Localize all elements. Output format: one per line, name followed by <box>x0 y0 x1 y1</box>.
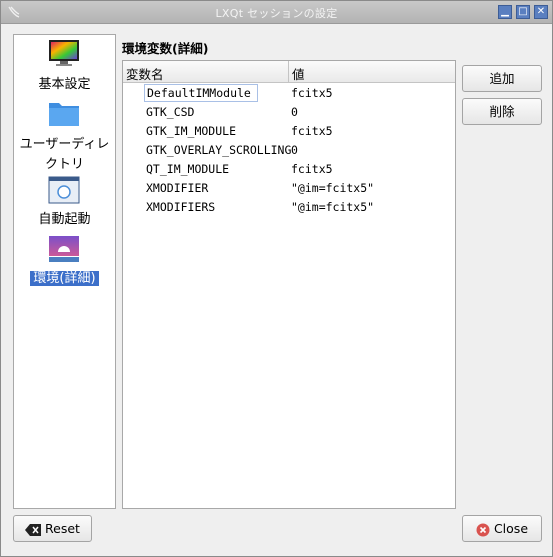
reset-button[interactable]: Reset <box>13 515 92 542</box>
minimize-icon: ▁ <box>501 6 509 17</box>
section-title: 環境変数(詳細) <box>122 41 209 56</box>
variable-value[interactable]: fcitx5 <box>291 162 333 176</box>
desktop-environment-icon <box>49 236 79 262</box>
sidebar-item-label: 基本設定 <box>38 77 91 92</box>
column-separator[interactable] <box>288 61 289 83</box>
close-button[interactable]: Close <box>462 515 542 542</box>
table-row[interactable]: XMODIFIER "@im=fcitx5" <box>123 179 455 198</box>
variable-value[interactable]: "@im=fcitx5" <box>291 200 374 214</box>
variable-name[interactable]: GTK_IM_MODULE <box>146 124 236 138</box>
variable-name[interactable]: XMODIFIERS <box>146 200 215 214</box>
window-title: LXQt セッションの設定 <box>215 7 338 20</box>
close-icon: ✕ <box>536 6 546 17</box>
variable-name[interactable]: DefaultIMModule <box>144 84 258 102</box>
folder-icon <box>49 103 79 126</box>
variable-value[interactable]: 0 <box>291 105 298 119</box>
variable-name[interactable]: GTK_CSD <box>146 105 194 119</box>
reset-button-label: Reset <box>45 521 80 536</box>
sidebar-item-label-wrap: 環境(詳細) <box>14 269 115 289</box>
variable-name[interactable]: XMODIFIER <box>146 181 208 195</box>
sidebar-item-user-dirs[interactable]: ユーザーディレ クトリ <box>14 99 115 173</box>
env-variables-table[interactable]: 変数名 値 DefaultIMModule fcitx5 GTK_CSD 0 G… <box>122 60 456 509</box>
sidebar-item-autostart[interactable]: 自動起動 <box>14 176 115 232</box>
category-sidebar: 基本設定 ユーザーディレ クトリ 自動起動 環境(詳細) <box>13 34 116 509</box>
variable-value[interactable]: 0 <box>291 143 298 157</box>
variable-name[interactable]: QT_IM_MODULE <box>146 162 229 176</box>
variable-value[interactable]: "@im=fcitx5" <box>291 181 374 195</box>
add-button[interactable]: 追加 <box>462 65 542 92</box>
close-window-button[interactable]: ✕ <box>534 5 548 19</box>
backspace-icon <box>25 523 42 536</box>
monitor-colors-icon <box>49 40 79 66</box>
minimize-button[interactable]: ▁ <box>498 5 512 19</box>
column-header-name[interactable]: 変数名 <box>126 64 164 83</box>
window-app-icon <box>48 176 80 204</box>
table-row[interactable]: XMODIFIERS "@im=fcitx5" <box>123 198 455 217</box>
title-bar[interactable]: LXQt セッションの設定 ▁ □ ✕ <box>1 1 552 24</box>
sidebar-item-basic[interactable]: 基本設定 <box>14 39 115 97</box>
table-row[interactable]: GTK_OVERLAY_SCROLLING 0 <box>123 141 455 160</box>
session-settings-window: LXQt セッションの設定 ▁ □ ✕ 基本設定 ユーザーディレ クトリ 自動起… <box>0 0 553 557</box>
delete-button[interactable]: 削除 <box>462 98 542 125</box>
variable-value[interactable]: fcitx5 <box>291 124 333 138</box>
table-header: 変数名 値 <box>123 61 455 83</box>
maximize-icon: □ <box>518 6 528 17</box>
sidebar-item-label: 自動起動 <box>38 212 91 227</box>
sidebar-item-environment[interactable]: 環境(詳細) <box>14 235 115 291</box>
close-circle-icon <box>476 523 490 536</box>
table-row[interactable]: QT_IM_MODULE fcitx5 <box>123 160 455 179</box>
sidebar-item-label-line2: クトリ <box>44 157 84 172</box>
column-header-value[interactable]: 値 <box>292 64 305 83</box>
sidebar-item-label-line1: ユーザーディレ <box>19 137 110 152</box>
maximize-button[interactable]: □ <box>516 5 530 19</box>
table-row[interactable]: DefaultIMModule fcitx5 <box>123 84 455 103</box>
variable-name[interactable]: GTK_OVERLAY_SCROLLING <box>146 143 291 157</box>
close-button-label: Close <box>493 521 529 536</box>
table-row[interactable]: GTK_CSD 0 <box>123 103 455 122</box>
sidebar-item-label: 環境(詳細) <box>30 271 99 286</box>
variable-value[interactable]: fcitx5 <box>291 86 333 100</box>
table-row[interactable]: GTK_IM_MODULE fcitx5 <box>123 122 455 141</box>
